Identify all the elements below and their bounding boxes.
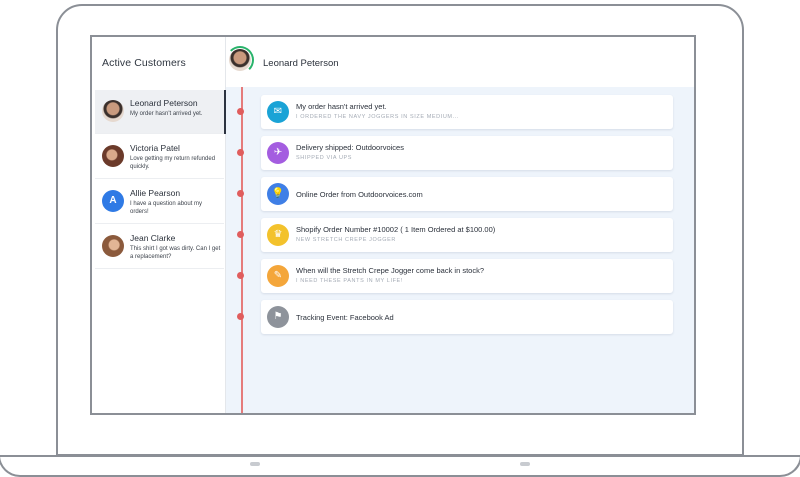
avatar [102, 145, 124, 167]
avatar [102, 100, 124, 122]
timeline-dot [237, 272, 244, 279]
app-screen: Active Customers Leonard Peterson My ord… [90, 35, 696, 415]
timeline-dot [237, 149, 244, 156]
event-subtitle: I ORDERED THE NAVY JOGGERS IN SIZE MEDIU… [296, 114, 460, 120]
timeline-dot [237, 231, 244, 238]
timeline-dot [237, 190, 244, 197]
event-subtitle: SHIPPED VIA UPS [296, 155, 353, 161]
mail-icon: ✉ [267, 101, 289, 123]
event-title: Shopify Order Number #10002 ( 1 Item Ord… [296, 225, 496, 234]
activity-timeline: ✉ My order hasn't arrived yet. I ORDERED… [226, 87, 694, 413]
laptop-notch-left [250, 462, 260, 466]
customer-name: Victoria Patel [130, 143, 180, 153]
timeline-dot [237, 108, 244, 115]
timeline-event[interactable]: ⚑ Tracking Event: Facebook Ad [237, 300, 673, 334]
event-title: My order hasn't arrived yet. [296, 102, 387, 111]
customer-sidebar: Active Customers Leonard Peterson My ord… [92, 37, 227, 413]
avatar-initial: A [102, 190, 124, 212]
sidebar-title: Active Customers [102, 57, 186, 69]
laptop-notch-right [520, 462, 530, 466]
customer-item-leonard-peterson[interactable]: Leonard Peterson My order hasn't arrived… [95, 90, 227, 134]
avatar [102, 235, 124, 257]
customer-item-jean-clarke[interactable]: Jean Clarke This shirt I got was dirty. … [95, 225, 224, 269]
event-title: Delivery shipped: Outdoorvoices [296, 143, 404, 152]
timeline-dot [237, 313, 244, 320]
header-avatar [229, 49, 251, 71]
flag-icon: ⚑ [267, 306, 289, 328]
customer-message: I have a question about my orders! [130, 201, 203, 215]
event-subtitle: NEW STRETCH CREPE JOGGER [296, 237, 396, 243]
event-title: Tracking Event: Facebook Ad [296, 313, 394, 322]
customer-name: Jean Clarke [130, 233, 176, 243]
customer-message: My order hasn't arrived yet. [130, 111, 203, 117]
timeline-line [241, 87, 243, 413]
trophy-icon: ♛ [267, 224, 289, 246]
event-title: When will the Stretch Crepe Jogger come … [296, 266, 485, 275]
customer-message: Love getting my return refunded quickly. [130, 156, 216, 170]
timeline-event[interactable]: ✎ When will the Stretch Crepe Jogger com… [237, 259, 673, 293]
conversation-header: Leonard Peterson [226, 37, 694, 87]
customer-item-allie-pearson[interactable]: A Allie Pearson I have a question about … [95, 180, 224, 224]
event-title: Online Order from Outdoorvoices.com [296, 190, 423, 199]
timeline-event[interactable]: ✈ Delivery shipped: Outdoorvoices SHIPPE… [237, 136, 673, 170]
chat-icon: ✎ [267, 265, 289, 287]
timeline-event[interactable]: ✉ My order hasn't arrived yet. I ORDERED… [237, 95, 673, 129]
lightbulb-icon: 💡 [267, 183, 289, 205]
customer-message: This shirt I got was dirty. Can I get a … [130, 246, 221, 260]
event-subtitle: I NEED THESE PANTS IN MY LIFE! [296, 278, 403, 284]
header-customer-name: Leonard Peterson [263, 58, 339, 69]
customer-item-victoria-patel[interactable]: Victoria Patel Love getting my return re… [95, 135, 224, 179]
customer-name: Leonard Peterson [130, 98, 198, 108]
timeline-event[interactable]: 💡 Online Order from Outdoorvoices.com [237, 177, 673, 211]
customer-name: Allie Pearson [130, 188, 181, 198]
airplane-icon: ✈ [267, 142, 289, 164]
timeline-event[interactable]: ♛ Shopify Order Number #10002 ( 1 Item O… [237, 218, 673, 252]
